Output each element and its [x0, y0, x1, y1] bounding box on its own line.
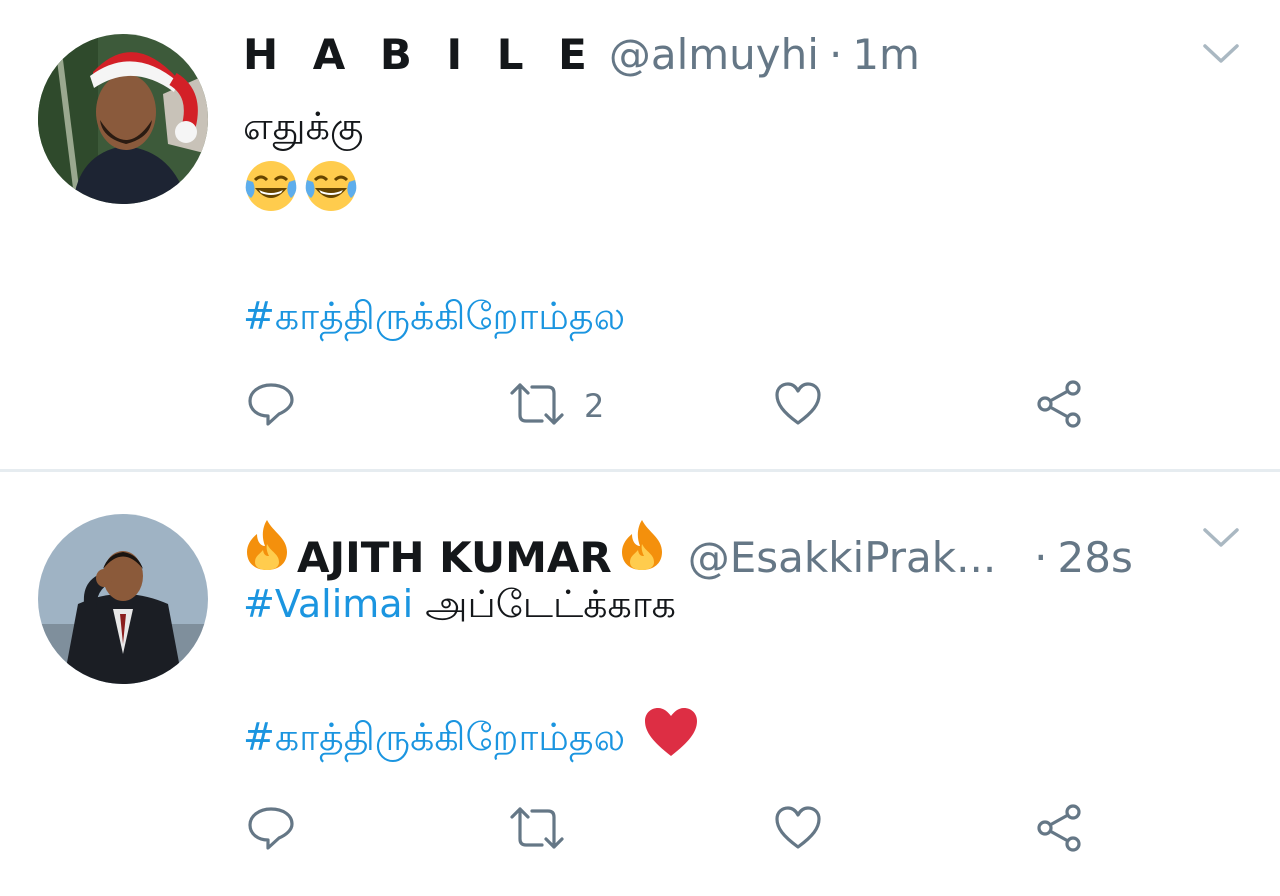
reply-icon [246, 803, 296, 857]
reply-button[interactable] [246, 376, 296, 436]
chevron-down-icon[interactable] [1202, 42, 1240, 70]
tweet-actions [0, 800, 1280, 860]
red-heart-emoji-icon [643, 706, 699, 773]
hashtag-link[interactable]: #காத்திருக்கிறோம்தல [243, 715, 625, 759]
tweet-header: AJITH KUMAR @EsakkiPrak... · 28s [243, 518, 1133, 582]
fire-emoji-icon [243, 518, 291, 576]
avatar[interactable] [38, 34, 208, 204]
tears-of-joy-emoji-icon [303, 158, 359, 229]
reply-button[interactable] [246, 800, 296, 860]
like-button[interactable] [773, 800, 823, 860]
reply-icon [246, 379, 296, 433]
tweet-text: அப்டேட்க்காக [413, 582, 676, 626]
tweet-header: H A B I L E @almuyhi · 1m [243, 30, 920, 79]
heart-icon [773, 803, 823, 857]
separator-dot: · [828, 30, 843, 79]
hashtag-link[interactable]: #காத்திருக்கிறோம்தல [243, 288, 625, 344]
share-icon [1035, 803, 1085, 857]
display-name[interactable]: AJITH KUMAR [297, 533, 612, 582]
user-handle[interactable]: @almuyhi [609, 30, 819, 79]
tweet-text-line: #Valimai அப்டேட்க்காக [243, 576, 676, 632]
share-button[interactable] [1035, 800, 1085, 860]
retweet-icon [508, 803, 566, 857]
display-name[interactable]: H A B I L E [243, 30, 597, 79]
hashtag-link[interactable]: #Valimai [243, 582, 413, 626]
share-icon [1035, 379, 1085, 433]
timestamp[interactable]: 1m [852, 30, 920, 79]
avatar[interactable] [38, 514, 208, 684]
tears-of-joy-emoji-icon [243, 158, 299, 229]
tweet-text-line: #காத்திருக்கிறோம்தல [243, 706, 699, 773]
retweet-button[interactable] [508, 800, 566, 860]
tweet-text-line: எதுக்கு [243, 104, 364, 148]
like-button[interactable] [773, 376, 823, 436]
emoji-row [243, 158, 359, 229]
tweet[interactable]: H A B I L E @almuyhi · 1m எதுக்கு #காத்த… [0, 0, 1280, 469]
retweet-button[interactable]: 2 [508, 376, 604, 436]
chevron-down-icon[interactable] [1202, 526, 1240, 554]
share-button[interactable] [1035, 376, 1085, 436]
tweet[interactable]: AJITH KUMAR @EsakkiPrak... · 28s #Valima… [0, 472, 1280, 894]
tweet-actions: 2 [0, 376, 1280, 436]
separator-dot: · [1034, 533, 1048, 582]
timestamp[interactable]: 28s [1058, 533, 1133, 582]
retweet-icon [508, 379, 566, 433]
user-handle[interactable]: @EsakkiPrak... [688, 533, 996, 582]
retweet-count: 2 [584, 387, 605, 425]
fire-emoji-icon [618, 518, 666, 576]
heart-icon [773, 379, 823, 433]
